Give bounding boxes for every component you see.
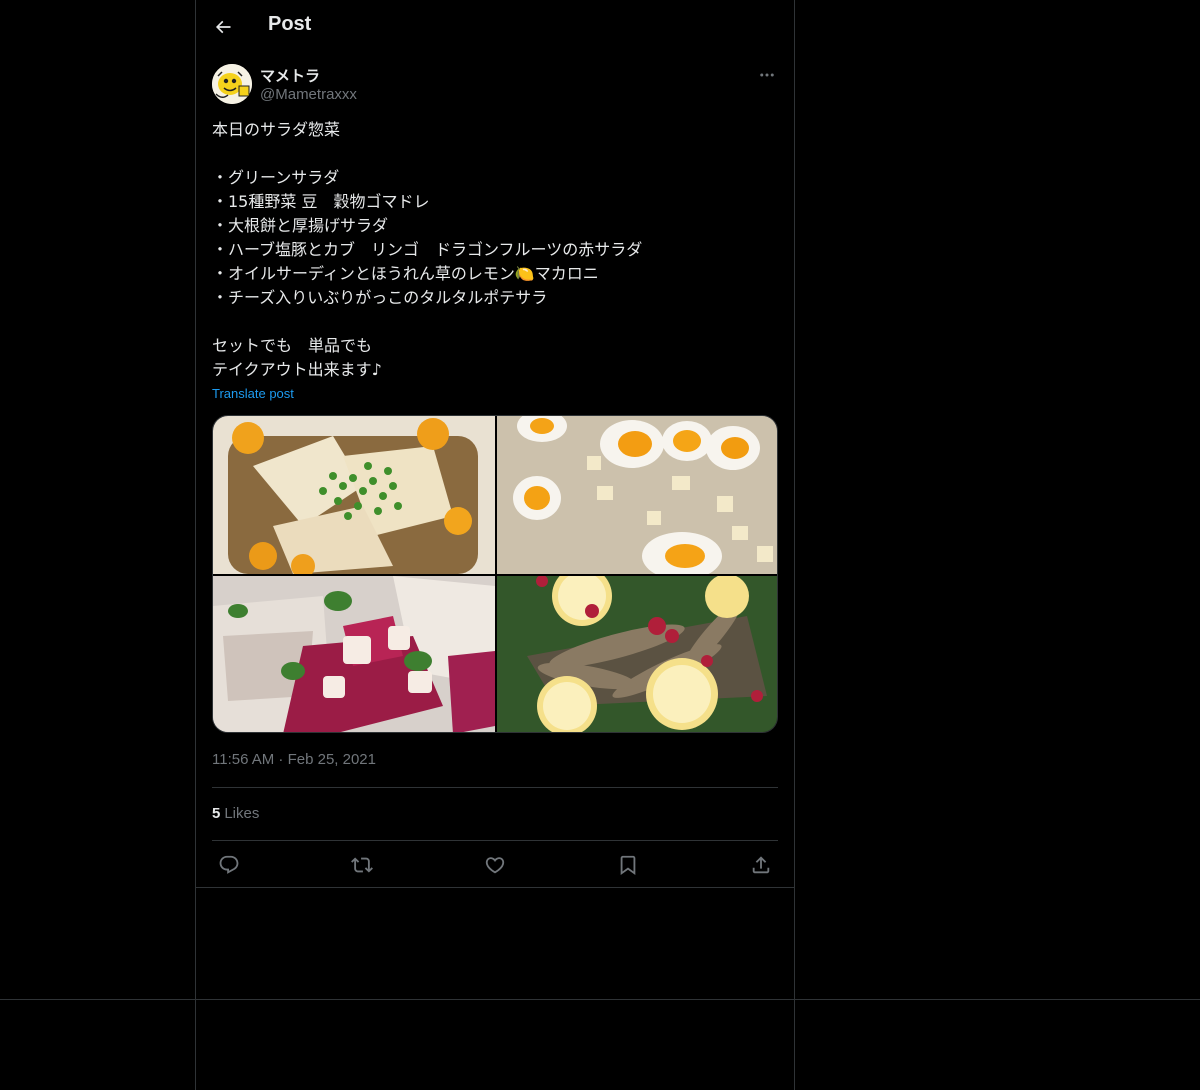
more-button[interactable]	[756, 64, 778, 86]
action-bar	[212, 848, 778, 882]
arrow-left-icon	[215, 20, 231, 34]
back-button[interactable]	[206, 10, 240, 44]
reply-button[interactable]	[212, 848, 246, 882]
photo-sardine-lemon[interactable]	[497, 576, 777, 732]
divider	[212, 840, 778, 841]
translate-post-link[interactable]: Translate post	[212, 386, 294, 401]
like-button[interactable]	[478, 848, 512, 882]
reply-icon	[219, 855, 239, 874]
divider	[212, 787, 778, 788]
post-author: マメトラ @Mametraxxx	[212, 64, 778, 108]
post-text: 本日のサラダ惣菜 ・グリーンサラダ ・15種野菜 豆 穀物ゴマドレ ・大根餅と厚…	[212, 120, 643, 379]
likes-stat[interactable]: 5 Likes	[212, 805, 259, 822]
likes-count: 5	[212, 805, 221, 822]
display-name[interactable]: マメトラ	[260, 65, 320, 86]
more-horizontal-icon	[760, 73, 774, 77]
bookmark-icon	[620, 855, 636, 876]
post-timestamp[interactable]: 11:56 AM · Feb 25, 2021	[212, 751, 376, 768]
repost-button[interactable]	[345, 848, 379, 882]
likes-label: Likes	[224, 805, 260, 822]
avatar-image	[212, 64, 252, 104]
repost-icon	[351, 857, 373, 873]
photo-red-salad[interactable]	[213, 576, 495, 732]
share-icon	[752, 856, 770, 874]
photo-potato-salad[interactable]	[497, 416, 777, 574]
share-button[interactable]	[744, 848, 778, 882]
bookmark-button[interactable]	[611, 848, 645, 882]
user-handle[interactable]: @Mametraxxx	[260, 86, 357, 103]
page-title: Post	[268, 13, 312, 35]
photo-salad-tofu[interactable]	[213, 416, 495, 574]
media-grid	[212, 415, 778, 733]
header: Post	[196, 0, 794, 53]
post-column: Post マメトラ @Mametraxxx 本日のサラダ惣菜 ・グリーンサラダ …	[195, 0, 795, 1090]
avatar[interactable]	[212, 64, 252, 104]
heart-icon	[485, 857, 505, 874]
divider	[196, 887, 794, 888]
